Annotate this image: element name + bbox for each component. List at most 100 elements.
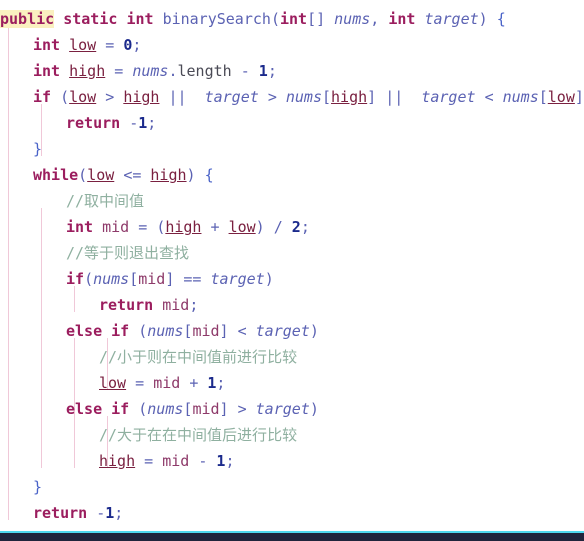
code-token: low — [69, 36, 97, 54]
code-token: int — [279, 10, 308, 28]
code-line[interactable]: return -1; — [0, 110, 584, 136]
code-line[interactable]: //等于则退出查找 — [0, 240, 584, 266]
code-token: return — [33, 504, 88, 522]
code-token: / — [273, 218, 283, 236]
code-line[interactable]: //大于在在中间值后进行比较 — [0, 422, 584, 448]
code-token: if — [66, 270, 85, 288]
code-line[interactable]: int mid = (high + low) / 2; — [0, 214, 584, 240]
code-token: = — [144, 452, 154, 470]
code-editor[interactable]: public static int binarySearch(int[] num… — [0, 0, 584, 541]
code-token: = — [105, 36, 115, 54]
code-line[interactable]: if(nums[mid] == target) — [0, 266, 584, 292]
code-token: . — [168, 62, 178, 80]
code-line[interactable]: while(low <= high) { — [0, 162, 584, 188]
code-token: else — [66, 322, 103, 340]
code-token: if — [111, 400, 130, 418]
code-line[interactable]: public static int binarySearch(int[] num… — [0, 6, 584, 32]
code-token: > — [105, 88, 115, 106]
code-line[interactable]: return -1; — [0, 500, 584, 526]
code-token: + — [210, 218, 220, 236]
code-line[interactable]: if (low > high || target > nums[high] ||… — [0, 84, 584, 110]
code-token: [ — [538, 88, 548, 106]
code-token: 1 — [105, 504, 115, 522]
code-token: low — [547, 88, 575, 106]
code-line[interactable]: //取中间值 — [0, 188, 584, 214]
code-line[interactable]: int low = 0; — [0, 32, 584, 58]
code-token: - — [96, 504, 106, 522]
code-token: ; — [300, 218, 310, 236]
code-token: ] — [574, 88, 584, 106]
code-token: static — [63, 10, 118, 28]
code-token: { — [204, 166, 214, 184]
code-token: mid — [162, 296, 190, 314]
code-token: int — [66, 218, 94, 236]
code-token: ) — [478, 10, 488, 28]
code-token: - — [240, 62, 250, 80]
code-line[interactable]: } — [0, 136, 584, 162]
code-line[interactable]: int high = nums.length - 1; — [0, 58, 584, 84]
code-line[interactable]: return mid; — [0, 292, 584, 318]
code-token: = — [135, 374, 145, 392]
code-line[interactable]: else if (nums[mid] < target) — [0, 318, 584, 344]
code-token: target — [424, 10, 479, 28]
code-token: public — [0, 10, 55, 28]
code-token: target — [421, 88, 476, 106]
code-line[interactable]: low = mid + 1; — [0, 370, 584, 396]
code-line[interactable]: //小于则在中间值前进行比较 — [0, 344, 584, 370]
code-token: - — [129, 114, 139, 132]
code-line[interactable]: } — [0, 474, 584, 500]
code-token: ( — [84, 270, 94, 288]
code-token: < — [484, 88, 494, 106]
code-line[interactable]: high = mid - 1; — [0, 448, 584, 474]
code-token: high — [150, 166, 187, 184]
code-token: 0 — [123, 36, 133, 54]
code-token: high — [165, 218, 202, 236]
code-token: ] — [219, 322, 229, 340]
code-token: nums — [132, 62, 169, 80]
code-token: high — [123, 88, 160, 106]
code-line[interactable]: else if (nums[mid] > target) — [0, 396, 584, 422]
code-token: ) — [186, 166, 196, 184]
code-token: int — [33, 62, 61, 80]
code-token: 2 — [291, 218, 301, 236]
code-token: ; — [114, 504, 124, 522]
code-content[interactable]: public static int binarySearch(int[] num… — [0, 0, 584, 541]
code-token: ; — [216, 374, 226, 392]
code-token: while — [33, 166, 79, 184]
code-token: low — [69, 88, 97, 106]
code-token: target — [204, 88, 259, 106]
code-token: else — [66, 400, 103, 418]
code-token: low — [87, 166, 115, 184]
code-token: = — [138, 218, 148, 236]
code-token: 1 — [258, 62, 268, 80]
code-token: <= — [123, 166, 142, 184]
